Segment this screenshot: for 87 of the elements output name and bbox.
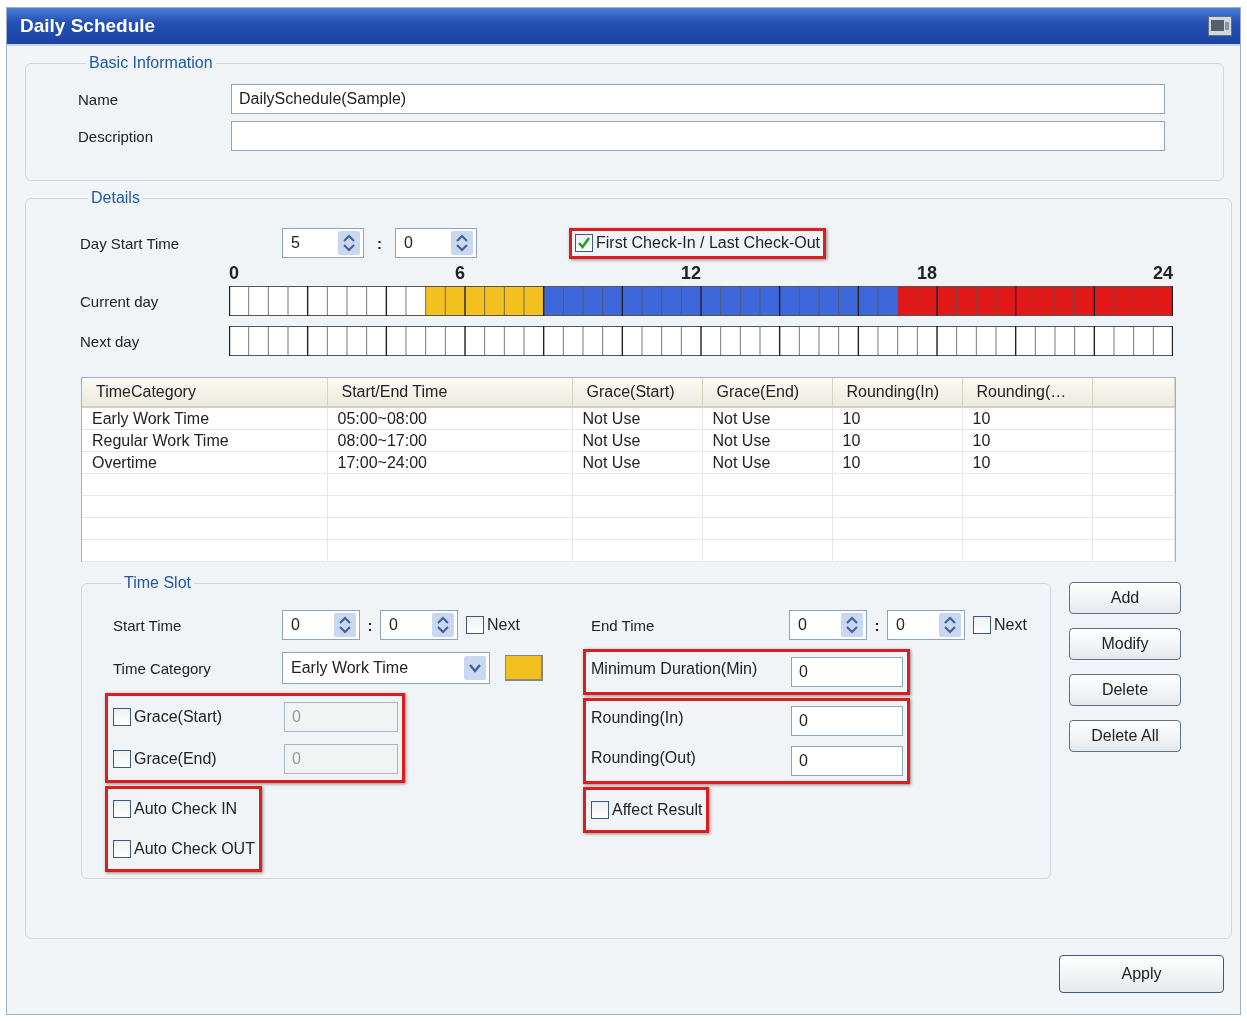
field-label: Time Category: [113, 659, 212, 677]
field-label: Minimum Duration(Min): [591, 659, 759, 678]
hour-tick-label: 6: [455, 265, 465, 281]
field-label: Day Start Time: [80, 234, 181, 252]
input-field[interactable]: DailySchedule(Sample): [231, 84, 1165, 114]
table-cell: 05:00~08:00: [327, 407, 572, 430]
checkbox-label: Next: [487, 616, 520, 634]
spinner-icon[interactable]: [841, 613, 863, 637]
input-field[interactable]: 0: [791, 706, 903, 736]
checkbox-label: Affect Result: [612, 801, 703, 819]
column-header[interactable]: Start/End Time: [327, 378, 572, 407]
group-title: Details: [90, 189, 141, 207]
row-label: Current day: [80, 292, 160, 310]
spin-field[interactable]: 5: [282, 228, 364, 258]
table-cell: Not Use: [572, 429, 702, 452]
action-button[interactable]: Modify: [1069, 628, 1181, 660]
table-cell: 10: [832, 429, 962, 452]
hour-tick-label: 0: [229, 265, 239, 281]
table-cell: 10: [962, 451, 1092, 474]
spinner-icon[interactable]: [338, 231, 360, 255]
checkbox[interactable]: [113, 800, 131, 818]
hour-tick-label: 18: [916, 265, 937, 281]
chevron-down-icon[interactable]: [464, 656, 486, 680]
spinner-icon[interactable]: [939, 613, 961, 637]
spin-field[interactable]: 0: [282, 610, 360, 640]
checkbox[interactable]: [113, 840, 131, 858]
checkbox-label: Auto Check OUT: [134, 840, 255, 858]
checkbox-label: Grace(Start): [134, 708, 222, 726]
spinner-icon[interactable]: [334, 613, 356, 637]
table-cell: 10: [962, 407, 1092, 430]
checkbox-label: Auto Check IN: [134, 800, 238, 818]
field-label: Start Time: [113, 616, 183, 634]
spinner-icon[interactable]: [451, 231, 473, 255]
input-field[interactable]: 0: [791, 746, 903, 776]
window-title: Daily Schedule: [20, 15, 156, 37]
column-header[interactable]: Grace(End): [702, 378, 832, 407]
field-label: Rounding(In): [591, 708, 685, 727]
table-cell: Not Use: [702, 407, 832, 430]
column-header[interactable]: Grace(Start): [572, 378, 702, 407]
table-cell: Overtime: [82, 451, 327, 474]
table-cell: 10: [962, 429, 1092, 452]
table-cell: Not Use: [702, 451, 832, 474]
table-cell: Regular Work Time: [82, 429, 327, 452]
separator: :: [376, 234, 383, 252]
spinner-icon[interactable]: [432, 613, 454, 637]
checkbox[interactable]: [575, 233, 593, 252]
checkbox[interactable]: [591, 801, 609, 819]
spin-field[interactable]: 0: [887, 610, 965, 640]
apply-button[interactable]: Apply: [1059, 955, 1224, 993]
table-cell: 10: [832, 407, 962, 430]
checkbox[interactable]: [973, 616, 991, 634]
action-button[interactable]: Delete: [1069, 674, 1181, 706]
checkbox-label: Grace(End): [134, 750, 217, 768]
color-swatch[interactable]: [505, 655, 543, 681]
column-header[interactable]: Rounding(…: [962, 378, 1092, 407]
hour-tick-label: 24: [1152, 265, 1173, 281]
spin-field[interactable]: 0: [789, 610, 867, 640]
column-header[interactable]: TimeCategory: [82, 378, 327, 407]
table-cell: Not Use: [572, 451, 702, 474]
table-cell: Not Use: [572, 407, 702, 430]
spin-field[interactable]: 0: [395, 228, 477, 258]
checkbox-label: Next: [994, 616, 1027, 634]
checkbox[interactable]: [466, 616, 484, 634]
separator: :: [366, 616, 374, 634]
separator: :: [873, 616, 881, 634]
hour-tick-label: 12: [680, 265, 701, 281]
column-header[interactable]: Rounding(In): [832, 378, 962, 407]
checkbox-label: First Check-In / Last Check-Out: [596, 233, 821, 252]
table-cell: Not Use: [702, 429, 832, 452]
category-dropdown[interactable]: Early Work Time: [282, 652, 490, 684]
table-cell: 10: [832, 451, 962, 474]
group-title: Basic Information: [88, 54, 214, 72]
window-icon[interactable]: [1208, 16, 1232, 36]
input-field[interactable]: 0: [791, 657, 903, 687]
field-label: Description: [78, 127, 155, 145]
input-field[interactable]: [231, 121, 1165, 151]
field-label: Name: [78, 90, 119, 108]
action-button[interactable]: Add: [1069, 582, 1181, 614]
action-button[interactable]: Delete All: [1069, 720, 1181, 752]
row-label: Next day: [80, 332, 141, 350]
table-cell: 08:00~17:00: [327, 429, 572, 452]
table-cell: Early Work Time: [82, 407, 327, 430]
field-label: End Time: [591, 616, 656, 634]
table-cell: 17:00~24:00: [327, 451, 572, 474]
field-label: Rounding(Out): [591, 748, 697, 767]
group-title: Time Slot: [123, 574, 192, 592]
spin-field[interactable]: 0: [380, 610, 458, 640]
